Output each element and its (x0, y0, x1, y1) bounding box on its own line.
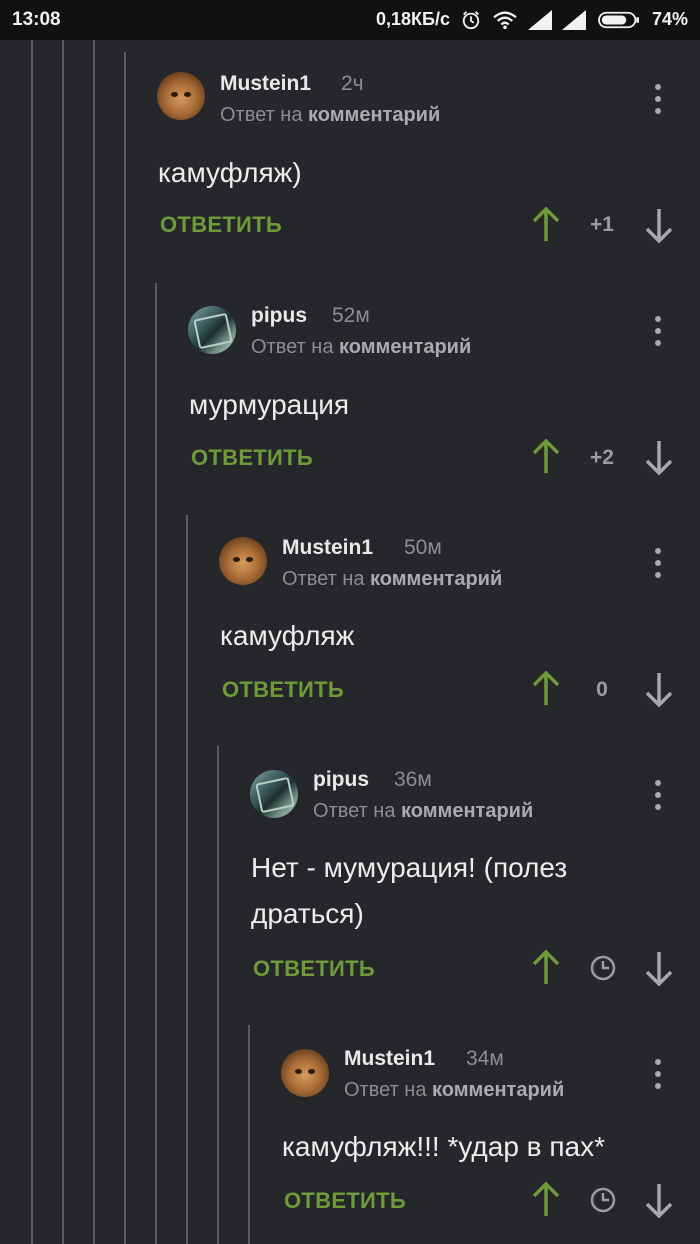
comment-author[interactable]: Mustein1 (220, 72, 311, 96)
status-right: 0,18КБ/с 74% (376, 9, 688, 30)
comment-time: 36м (394, 768, 432, 791)
upvote-arrow-icon[interactable] (531, 950, 561, 986)
more-menu-icon[interactable] (653, 548, 663, 578)
comment-author[interactable]: pipus (251, 304, 307, 328)
comment-time: 50м (404, 536, 442, 559)
reply-to-line: Ответ на комментарий (344, 1079, 564, 1102)
signal-icon (527, 9, 552, 30)
reply-to-link[interactable]: комментарий (339, 336, 471, 358)
more-menu-icon[interactable] (653, 1059, 663, 1089)
more-menu-icon[interactable] (653, 780, 663, 810)
status-time: 13:08 (12, 9, 61, 30)
avatar[interactable] (281, 1049, 329, 1097)
comment-author[interactable]: pipus (313, 768, 369, 792)
reply-to-prefix: Ответ на (344, 1079, 427, 1101)
downvote-arrow-icon[interactable] (644, 207, 674, 243)
comment-score: +1 (590, 213, 614, 236)
thread-line (217, 746, 219, 1244)
avatar[interactable] (188, 306, 236, 354)
reply-button[interactable]: ОТВЕТИТЬ (222, 677, 344, 703)
reply-button[interactable]: ОТВЕТИТЬ (191, 445, 313, 471)
comment-text: Нет - мумурация! (полез (251, 852, 568, 883)
clock-icon (590, 955, 616, 981)
reply-to-line: Ответ на комментарий (220, 104, 440, 127)
upvote-arrow-icon[interactable] (531, 1182, 561, 1218)
upvote-arrow-icon[interactable] (531, 671, 561, 707)
comment-text: камуфляж) (158, 157, 302, 188)
thread-line (93, 40, 95, 1244)
comment-author[interactable]: Mustein1 (344, 1047, 435, 1071)
thread-line (31, 40, 33, 1244)
avatar[interactable] (219, 537, 267, 585)
reply-to-line: Ответ на комментарий (251, 336, 471, 359)
reply-to-link[interactable]: комментарий (401, 800, 533, 822)
more-menu-icon[interactable] (653, 316, 663, 346)
comment-text: камуфляж (220, 620, 355, 651)
thread-line (248, 1025, 250, 1244)
clock-icon (590, 1187, 616, 1213)
reply-to-link[interactable]: комментарий (432, 1079, 564, 1101)
battery-icon (598, 11, 639, 28)
comment-time: 34м (466, 1047, 504, 1070)
comment-time: 2ч (341, 72, 364, 95)
status-bar: 13:08 0,18КБ/с 74% (0, 0, 700, 40)
reply-button[interactable]: ОТВЕТИТЬ (284, 1188, 406, 1214)
comment-score: +2 (590, 446, 614, 469)
more-menu-icon[interactable] (653, 84, 663, 114)
reply-to-prefix: Ответ на (251, 336, 334, 358)
upvote-arrow-icon[interactable] (531, 439, 561, 475)
comment-text: камуфляж!!! *удар в пах* (282, 1131, 605, 1162)
reply-to-prefix: Ответ на (220, 104, 303, 126)
signal-icon (561, 9, 586, 30)
network-speed: 0,18КБ/с (376, 9, 450, 29)
comment-time: 52м (332, 304, 370, 327)
wifi-icon (493, 11, 517, 29)
comment-score: 0 (596, 678, 608, 701)
downvote-arrow-icon[interactable] (644, 1182, 674, 1218)
downvote-arrow-icon[interactable] (644, 671, 674, 707)
thread-line (62, 40, 64, 1244)
reply-to-line: Ответ на комментарий (313, 800, 533, 823)
reply-button[interactable]: ОТВЕТИТЬ (253, 956, 375, 982)
alarm-icon (462, 10, 480, 29)
thread-line (124, 52, 126, 1244)
reply-to-link[interactable]: комментарий (370, 568, 502, 590)
avatar[interactable] (157, 72, 205, 120)
reply-to-line: Ответ на комментарий (282, 568, 502, 591)
reply-button[interactable]: ОТВЕТИТЬ (160, 212, 282, 238)
comment-author[interactable]: Mustein1 (282, 536, 373, 560)
thread-line (155, 283, 157, 1244)
downvote-arrow-icon[interactable] (644, 950, 674, 986)
reply-to-link[interactable]: комментарий (308, 104, 440, 126)
comment-text: драться) (251, 898, 364, 929)
thread-line (186, 515, 188, 1244)
downvote-arrow-icon[interactable] (644, 439, 674, 475)
comment-text: мурмурация (189, 389, 350, 420)
avatar[interactable] (250, 770, 298, 818)
battery-level: 74% (651, 9, 688, 29)
reply-to-prefix: Ответ на (313, 800, 396, 822)
reply-to-prefix: Ответ на (282, 568, 365, 590)
upvote-arrow-icon[interactable] (531, 207, 561, 243)
